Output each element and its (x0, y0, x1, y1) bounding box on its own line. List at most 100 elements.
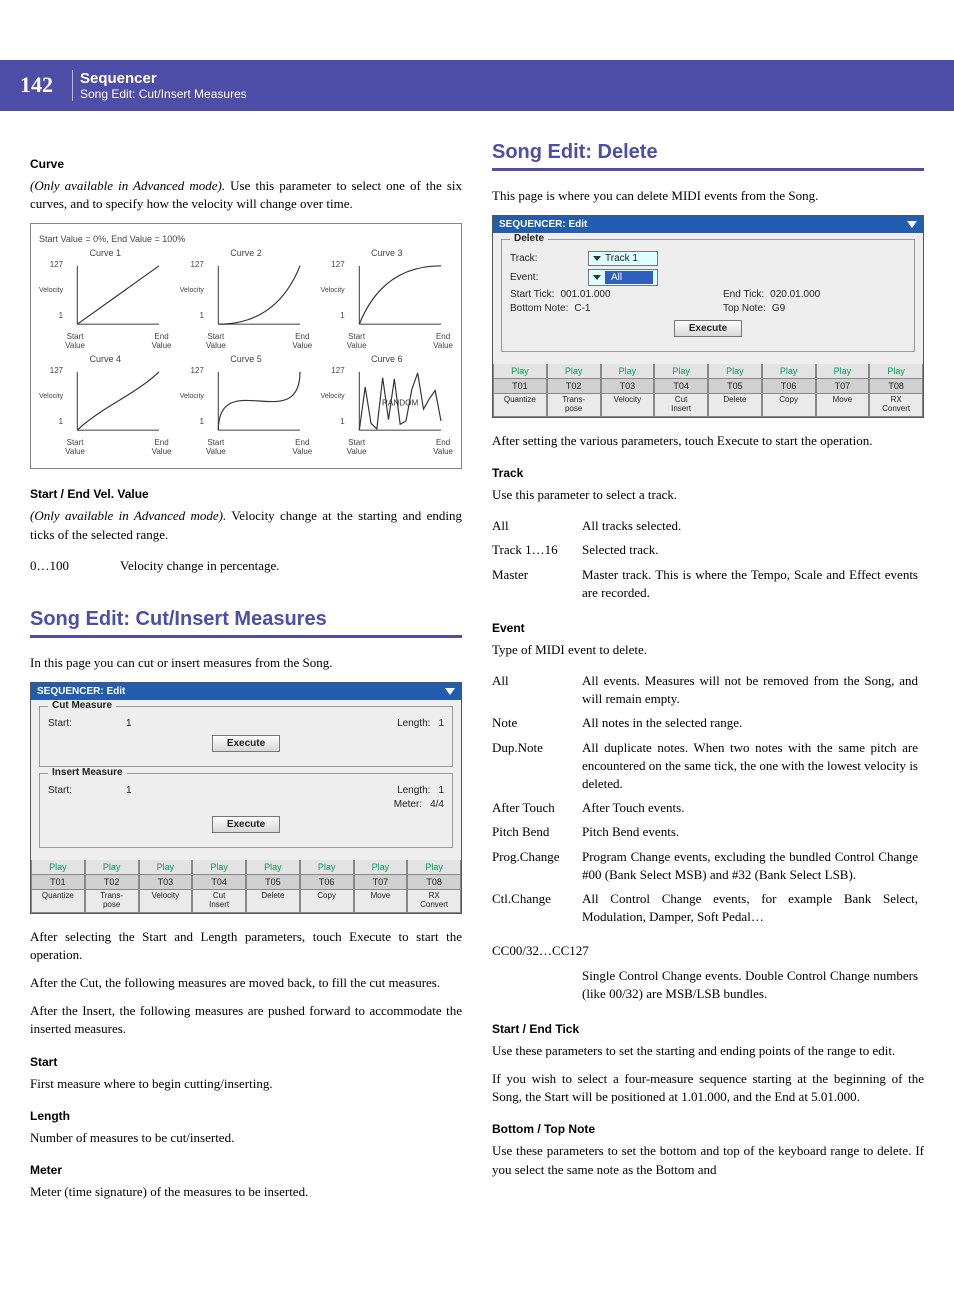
start-tick-value[interactable]: 001.01.000 (560, 289, 610, 300)
play-tab[interactable]: Play (192, 860, 246, 875)
insert-execute-button[interactable]: Execute (212, 816, 280, 833)
bottom-tab[interactable]: RXConvert (407, 890, 461, 913)
bottom-tab[interactable]: Trans-pose (547, 394, 601, 417)
cutinsert-p3: After the Insert, the following measures… (30, 1002, 462, 1038)
cutinsert-heading: Song Edit: Cut/Insert Measures (30, 608, 462, 631)
track-tab[interactable]: T02 (547, 379, 601, 394)
bottom-note-value[interactable]: C-1 (574, 303, 590, 314)
cutinsert-p2: After the Cut, the following measures ar… (30, 974, 462, 992)
track-tab[interactable]: T07 (354, 875, 408, 890)
curve-lead-italic: (Only available in Advanced mode). (30, 178, 225, 193)
play-tab[interactable]: Play (762, 364, 816, 379)
def-text: Program Change events, excluding the bun… (582, 845, 924, 887)
play-tab[interactable]: Play (547, 364, 601, 379)
play-tab[interactable]: Play (816, 364, 870, 379)
bottom-tab[interactable]: CutInsert (654, 394, 708, 417)
bottom-tab[interactable]: Copy (300, 890, 354, 913)
bottom-tab[interactable]: Delete (246, 890, 300, 913)
track-tab[interactable]: T03 (139, 875, 193, 890)
track-tab[interactable]: T02 (85, 875, 139, 890)
table-row: NoteAll notes in the selected range. (492, 711, 924, 735)
cutinsert-rule (30, 635, 462, 638)
chevron-down-icon (593, 256, 601, 261)
def-term: Track 1…16 (492, 538, 582, 562)
bottom-tab[interactable]: Copy (762, 394, 816, 417)
menu-icon-2[interactable] (907, 221, 917, 228)
play-tab[interactable]: Play (601, 364, 655, 379)
bottom-tab[interactable]: Quantize (31, 890, 85, 913)
play-tab[interactable]: Play (708, 364, 762, 379)
meter-para: Meter (time signature) of the measures t… (30, 1183, 462, 1201)
cut-start-value[interactable]: 1 (126, 718, 132, 729)
bottom-tab[interactable]: Trans-pose (85, 890, 139, 913)
track-heading: Track (492, 466, 924, 480)
play-tab[interactable]: Play (139, 860, 193, 875)
def-text: All duplicate notes. When two notes with… (582, 736, 924, 797)
event-para: Type of MIDI event to delete. (492, 641, 924, 659)
track-tab[interactable]: T03 (601, 379, 655, 394)
page-number: 142 (20, 72, 53, 98)
event-heading: Event (492, 621, 924, 635)
def-text: All notes in the selected range. (582, 711, 924, 735)
startend-tick-heading: Start / End Tick (492, 1022, 924, 1036)
def-term: Master (492, 563, 582, 605)
insert-start-value[interactable]: 1 (126, 785, 132, 796)
track-label: Track: (510, 253, 580, 264)
curve-name: Curve 1 (39, 248, 171, 258)
curve-diagram: Start Value = 0%, End Value = 100% Curve… (30, 223, 462, 469)
track-tab[interactable]: T01 (31, 875, 85, 890)
bottom-tab[interactable]: Move (816, 394, 870, 417)
track-tab[interactable]: T08 (407, 875, 461, 890)
track-tab[interactable]: T07 (816, 379, 870, 394)
curve-name: Curve 6 (321, 354, 453, 364)
play-tab[interactable]: Play (654, 364, 708, 379)
play-tab[interactable]: Play (407, 860, 461, 875)
track-tab[interactable]: T04 (654, 379, 708, 394)
track-tab[interactable]: T08 (869, 379, 923, 394)
def-term: All (492, 669, 582, 711)
track-tab[interactable]: T01 (493, 379, 547, 394)
play-tab[interactable]: Play (493, 364, 547, 379)
bottom-tab[interactable]: Move (354, 890, 408, 913)
startend-para: (Only available in Advanced mode). Veloc… (30, 507, 462, 543)
play-tab[interactable]: Play (85, 860, 139, 875)
track-tab[interactable]: T05 (708, 379, 762, 394)
insert-meter-value[interactable]: 4/4 (430, 799, 444, 810)
track-tab[interactable]: T06 (762, 379, 816, 394)
bottom-tab[interactable]: CutInsert (192, 890, 246, 913)
cut-execute-button[interactable]: Execute (212, 735, 280, 752)
delete-execute-button[interactable]: Execute (674, 320, 742, 337)
cut-measure-group: Cut Measure Start: 1 Length: 1 Execute (39, 706, 453, 767)
play-tab[interactable]: Play (354, 860, 408, 875)
table-row: MasterMaster track. This is where the Te… (492, 563, 924, 605)
menu-icon[interactable] (445, 688, 455, 695)
event-dropdown[interactable]: All (588, 269, 658, 286)
def-text: All events. Measures will not be removed… (582, 669, 924, 711)
insert-start-label: Start: (48, 785, 118, 796)
track-tab[interactable]: T06 (300, 875, 354, 890)
play-tab[interactable]: Play (869, 364, 923, 379)
bottom-tab[interactable]: Delete (708, 394, 762, 417)
track-dropdown[interactable]: Track 1 (588, 251, 658, 266)
bottom-tab[interactable]: Velocity (139, 890, 193, 913)
track-tab[interactable]: T05 (246, 875, 300, 890)
def-text: After Touch events. (582, 796, 924, 820)
track-tab[interactable]: T04 (192, 875, 246, 890)
end-tick-value[interactable]: 020.01.000 (770, 289, 820, 300)
bottom-tab[interactable]: Quantize (493, 394, 547, 417)
top-note-value[interactable]: G9 (772, 303, 785, 314)
cc-table: CC00/32…CC127 Single Control Change even… (492, 939, 924, 1006)
startend-tick-p1: Use these parameters to set the starting… (492, 1042, 924, 1060)
bottom-note-label: Bottom Note: (510, 303, 568, 314)
play-tab[interactable]: Play (246, 860, 300, 875)
bottom-tab[interactable]: Velocity (601, 394, 655, 417)
cutinsert-p1: After selecting the Start and Length par… (30, 928, 462, 964)
play-tab[interactable]: Play (300, 860, 354, 875)
insert-length-value[interactable]: 1 (438, 785, 444, 796)
event-label: Event: (510, 272, 580, 283)
start-para: First measure where to begin cutting/ins… (30, 1075, 462, 1093)
insert-measure-group: Insert Measure Start: 1 Length: 1 Meter:… (39, 773, 453, 848)
bottom-tab[interactable]: RXConvert (869, 394, 923, 417)
cut-length-value[interactable]: 1 (438, 718, 444, 729)
play-tab[interactable]: Play (31, 860, 85, 875)
